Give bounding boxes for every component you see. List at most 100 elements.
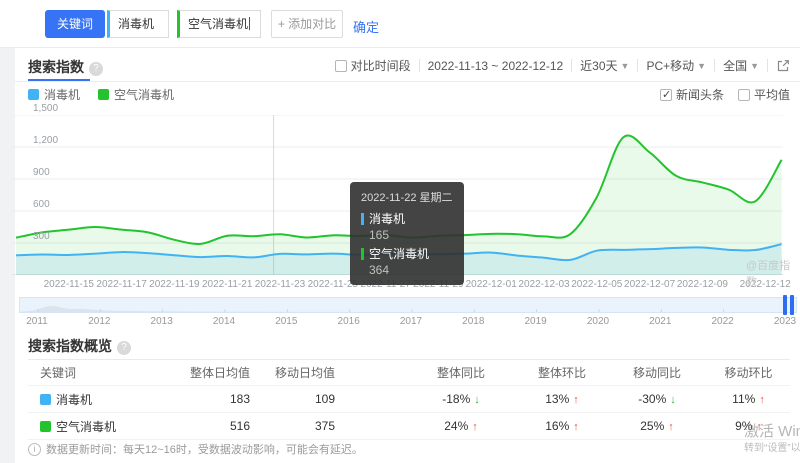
tooltip-series-name: 空气消毒机 — [361, 245, 453, 262]
overview-title-text: 搜索指数概览 — [28, 338, 112, 354]
keyword-input-2-value: 空气消毒机 — [188, 17, 248, 31]
keyword-input-2[interactable]: 空气消毒机 — [177, 10, 261, 38]
arrow-up-icon: ↑ — [573, 394, 579, 406]
slider-handle-right[interactable] — [790, 295, 794, 315]
y-tick-label: 900 — [33, 167, 50, 178]
tooltip-series-name: 消毒机 — [361, 210, 453, 227]
divider — [571, 59, 572, 72]
windows-activation-watermark: 激活 Win — [744, 420, 800, 441]
keyword-name: 消毒机 — [56, 391, 92, 408]
legend-swatch — [28, 89, 39, 100]
mobile-mom-cell: 11%↑ — [707, 386, 790, 413]
table-row: 空气消毒机516375 24%↑16%↑25%↑9%↑ — [28, 413, 790, 440]
timeline-year-label: 2020 — [587, 316, 609, 327]
tooltip-series-value: 364 — [369, 263, 453, 277]
overall-mom-cell: 13%↑ — [517, 386, 607, 413]
baidu-index-watermark: @百度指数 — [746, 257, 800, 289]
spacer-cell — [335, 413, 405, 440]
x-tick-label: 2022-12-05 — [571, 279, 622, 290]
divider — [419, 59, 420, 72]
x-tick-label: 2022-11-15 — [44, 279, 94, 290]
timeline-year-label: 2013 — [151, 316, 173, 327]
time-range-select[interactable]: 近30天▼ — [580, 57, 629, 74]
keyword-button[interactable]: 关键词 — [45, 10, 105, 38]
keyword-input-1[interactable]: 消毒机 — [107, 10, 169, 38]
checkbox-icon[interactable] — [335, 60, 347, 72]
tab-label: 搜索指数 — [28, 59, 84, 75]
table-header-cell: 整体环比 — [517, 360, 607, 386]
x-tick-label: 2022-11-19 — [149, 279, 199, 290]
table-header-spacer — [335, 360, 405, 386]
mobile-daily-avg-cell: 375 — [250, 413, 335, 440]
add-compare-button[interactable]: + 添加对比 — [271, 10, 343, 38]
x-tick-label: 2022-12-01 — [466, 279, 517, 290]
timeline-year-label: 2016 — [338, 316, 360, 327]
help-icon[interactable]: ? — [117, 341, 131, 355]
device-value: PC+移动 — [646, 57, 694, 74]
spacer-cell — [335, 386, 405, 413]
divider — [637, 59, 638, 72]
text-cursor — [249, 17, 250, 30]
overall-daily-avg-cell: 516 — [143, 413, 250, 440]
change-value: -30% — [638, 392, 666, 406]
change-value: 25% — [640, 419, 664, 433]
table-header-cell: 关键词 — [28, 360, 143, 386]
windows-activation-watermark-sub: 转到“设置”以 — [744, 439, 800, 454]
timeline-year-label: 2018 — [462, 316, 484, 327]
date-range[interactable]: 2022-11-13 ~ 2022-12-12 — [428, 59, 564, 73]
x-tick-label: 2022-11-17 — [96, 279, 146, 290]
tooltip-date: 2022-11-22 星期二 — [361, 189, 453, 205]
data-update-note: i 数据更新时间：每天12~16时，受数据波动影响，可能会有延迟。 — [28, 441, 363, 457]
x-tick-label: 2022-12-03 — [518, 279, 569, 290]
slider-handle-left[interactable] — [783, 295, 787, 315]
chevron-down-icon: ▼ — [750, 61, 759, 71]
info-icon: i — [28, 443, 41, 456]
x-tick-label: 2022-11-23 — [255, 279, 305, 290]
average-label: 平均值 — [754, 86, 790, 103]
header-divider — [15, 81, 800, 82]
x-tick-label: 2022-11-21 — [202, 279, 252, 290]
compare-period-label: 对比时间段 — [351, 57, 411, 74]
legend-item[interactable]: 空气消毒机 — [98, 86, 174, 103]
chevron-down-icon: ▼ — [697, 61, 706, 71]
timeline-year-label: 2019 — [525, 316, 547, 327]
timeline-year-label: 2012 — [88, 316, 110, 327]
tab-search-index[interactable]: 搜索指数? — [28, 57, 103, 77]
timeline-year-label: 2022 — [712, 316, 734, 327]
arrow-up-icon: ↑ — [759, 394, 765, 406]
help-icon[interactable]: ? — [89, 62, 103, 76]
average-checkbox[interactable]: 平均值 — [738, 86, 790, 103]
timeline-sparkline — [20, 298, 796, 312]
chart-legend: 消毒机 空气消毒机 — [28, 86, 174, 103]
confirm-button[interactable]: 确定 — [353, 17, 379, 36]
x-tick-label: 2022-12-07 — [624, 279, 675, 290]
checkbox-icon[interactable] — [660, 89, 672, 101]
legend-item[interactable]: 消毒机 — [28, 86, 80, 103]
y-tick-label: 1,500 — [33, 103, 58, 114]
legend-swatch — [98, 89, 109, 100]
overall-yoy-cell: 24%↑ — [405, 413, 517, 440]
keyword-swatch — [40, 421, 51, 432]
table-header-row: 关键词整体日均值移动日均值 整体同比整体环比移动同比移动环比 — [28, 360, 790, 386]
time-range-value: 近30天 — [580, 57, 617, 74]
news-headlines-label: 新闻头条 — [676, 86, 724, 103]
tooltip-series-color-bar — [361, 213, 364, 225]
x-tick-label: 2022-12-09 — [677, 279, 728, 290]
news-headlines-checkbox[interactable]: 新闻头条 — [660, 86, 724, 103]
y-tick-label: 1,200 — [33, 135, 58, 146]
checkbox-icon[interactable] — [738, 89, 750, 101]
table-header-cell: 移动环比 — [707, 360, 790, 386]
chart-overlay-toggles: 新闻头条 平均值 — [660, 86, 790, 103]
keyword-input-1-value: 消毒机 — [118, 17, 154, 31]
timeline-year-label: 2023 — [774, 316, 796, 327]
arrow-down-icon: ↓ — [474, 394, 480, 406]
overview-table: 关键词整体日均值移动日均值 整体同比整体环比移动同比移动环比消毒机183109 … — [28, 359, 790, 440]
region-select[interactable]: 全国▼ — [723, 57, 759, 74]
keyword-swatch — [40, 394, 51, 405]
compare-period-checkbox[interactable]: 对比时间段 — [335, 57, 411, 74]
export-icon[interactable] — [776, 59, 790, 73]
device-select[interactable]: PC+移动▼ — [646, 57, 706, 74]
chart-tooltip: 2022-11-22 星期二 消毒机165空气消毒机364 — [350, 182, 464, 285]
arrow-down-icon: ↓ — [670, 394, 676, 406]
timeline-slider[interactable] — [19, 297, 797, 313]
